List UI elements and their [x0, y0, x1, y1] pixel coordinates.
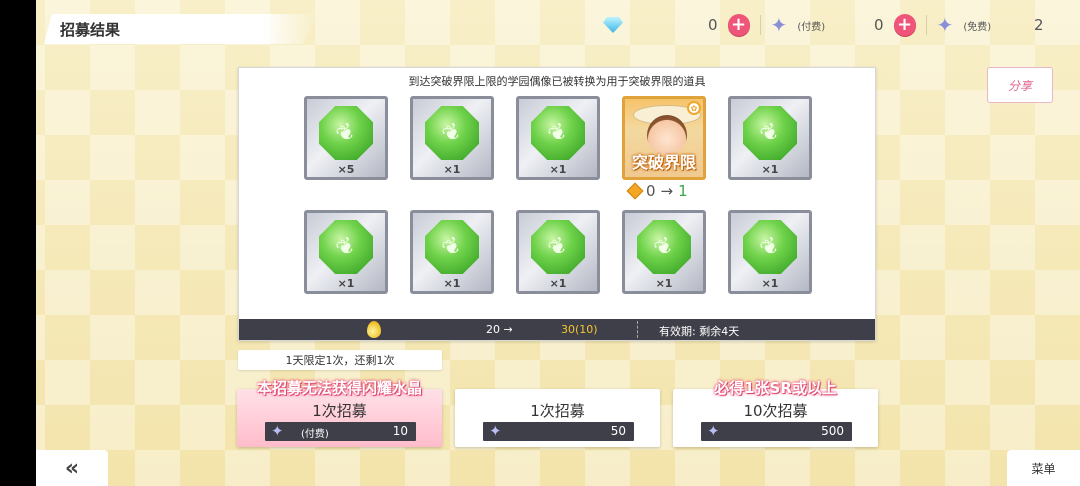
- cost-amount: 50: [610, 424, 626, 438]
- feather-gem-icon: ❦: [743, 220, 797, 274]
- divider: [925, 15, 927, 35]
- item-count: ×5: [337, 163, 355, 176]
- daily-limit-label: 1天限定1次，还剩1次: [238, 350, 442, 370]
- result-card-item[interactable]: ❦ ×1: [728, 210, 812, 294]
- paid-tag: (付费): [797, 21, 826, 33]
- free-tag: (免费): [963, 21, 992, 33]
- item-count: ×1: [443, 277, 461, 290]
- conversion-message: 到达突破界限上限的学园偶像已被转换为用于突破界限的道具: [408, 75, 706, 88]
- result-card-item[interactable]: ❦ ×1: [516, 210, 600, 294]
- star-gem-icon: ✦: [770, 13, 788, 37]
- paid-star-currency: 0 + ✦ (付费): [708, 12, 825, 38]
- share-label: 分享: [1007, 78, 1032, 93]
- result-card-item[interactable]: ❦ ×1: [304, 210, 388, 294]
- points-to: 30(10): [561, 323, 598, 336]
- result-card-item[interactable]: ❦ ×1: [410, 96, 494, 180]
- scout-1-paid-button[interactable]: 1次招募 ✦ (付费) 10: [237, 389, 442, 447]
- feather-gem-icon: ❦: [425, 220, 479, 274]
- item-count: ×1: [549, 163, 567, 176]
- add-paid-stars-button[interactable]: +: [727, 14, 750, 36]
- paid-star-count: 0: [708, 16, 718, 34]
- star-gem-icon: ✦: [271, 422, 284, 440]
- paid-tag: (付费): [301, 429, 329, 440]
- item-count: ×1: [549, 277, 567, 290]
- diamond-icon: [603, 17, 623, 33]
- page-title: 招募结果: [60, 21, 121, 39]
- cost-bar: ✦ 500: [701, 422, 852, 441]
- feather-gem-icon: ❦: [743, 106, 797, 160]
- gem-indicator: [603, 12, 623, 38]
- result-card-idol[interactable]: ✿ 突破界限: [622, 96, 706, 180]
- feather-gem-icon: ❦: [531, 106, 585, 160]
- limit-break-label: 突破界限: [631, 153, 696, 172]
- star-gem-icon: ✦: [936, 13, 954, 37]
- scout-ribbon: 必得1张SR或以上: [714, 379, 837, 397]
- scout-title: 10次招募: [743, 402, 808, 420]
- flower-badge-icon: ✿: [687, 101, 701, 115]
- feather-gem-icon: ❦: [637, 220, 691, 274]
- free-star-currency: 0 + ✦ (免费): [874, 12, 991, 38]
- points-from: 20 →: [486, 323, 513, 336]
- star-gem-icon: ✦: [489, 422, 502, 440]
- result-card-item[interactable]: ❦ ×1: [728, 96, 812, 180]
- result-card-item[interactable]: ❦ ×5: [304, 96, 388, 180]
- menu-label: 菜单: [1031, 461, 1056, 476]
- add-free-stars-button[interactable]: +: [893, 14, 916, 36]
- cost-bar: ✦ 50: [483, 422, 634, 441]
- scout-title: 1次招募: [312, 402, 367, 420]
- free-star-count: 0: [874, 16, 884, 34]
- left-edge-bar: [0, 0, 36, 486]
- cost-bar: ✦ (付费) 10: [265, 422, 416, 441]
- item-count: ×1: [443, 163, 461, 176]
- points-bar: 20 → 30(10) 有效期: 剩余4天: [239, 319, 875, 340]
- cost-amount: 500: [821, 424, 844, 438]
- limit-to: 1: [678, 182, 688, 200]
- drop-icon: [367, 321, 381, 338]
- feather-gem-icon: ❦: [319, 106, 373, 160]
- result-card-item[interactable]: ❦ ×1: [516, 96, 600, 180]
- divider: [759, 15, 761, 35]
- arrow-icon: →: [660, 182, 674, 200]
- share-button[interactable]: 分享: [987, 67, 1053, 103]
- limit-break-change: 0 → 1: [626, 182, 688, 200]
- extra-counter: 2: [1034, 12, 1044, 38]
- scout-ribbon: 本招募无法获得闪耀水晶: [256, 379, 422, 397]
- extra-count: 2: [1034, 16, 1044, 34]
- scout-title: 1次招募: [530, 402, 585, 420]
- divider: [637, 321, 638, 338]
- star-gem-icon: ✦: [707, 422, 720, 440]
- feather-gem-icon: ❦: [425, 106, 479, 160]
- item-count: ×1: [655, 277, 673, 290]
- result-card-item[interactable]: ❦ ×1: [622, 210, 706, 294]
- cost-amount: 10: [392, 424, 408, 438]
- limit-from: 0: [646, 182, 656, 200]
- limit-diamond-icon: [626, 182, 644, 200]
- menu-button[interactable]: 菜单: [1007, 450, 1080, 486]
- scout-1-button[interactable]: 1次招募 ✦ 50: [455, 389, 660, 447]
- expiry-text: 有效期: 剩余4天: [659, 325, 740, 338]
- result-card-item[interactable]: ❦ ×1: [410, 210, 494, 294]
- feather-gem-icon: ❦: [319, 220, 373, 274]
- scout-result-panel: 到达突破界限上限的学园偶像已被转换为用于突破界限的道具 ❦ ×5 ❦ ×1 ❦ …: [238, 67, 876, 341]
- item-count: ×1: [337, 277, 355, 290]
- back-button[interactable]: «: [36, 450, 108, 486]
- item-count: ×1: [761, 277, 779, 290]
- scout-10-button[interactable]: 10次招募 ✦ 500: [673, 389, 878, 447]
- feather-gem-icon: ❦: [531, 220, 585, 274]
- double-chevron-left-icon: «: [64, 455, 80, 481]
- item-count: ×1: [761, 163, 779, 176]
